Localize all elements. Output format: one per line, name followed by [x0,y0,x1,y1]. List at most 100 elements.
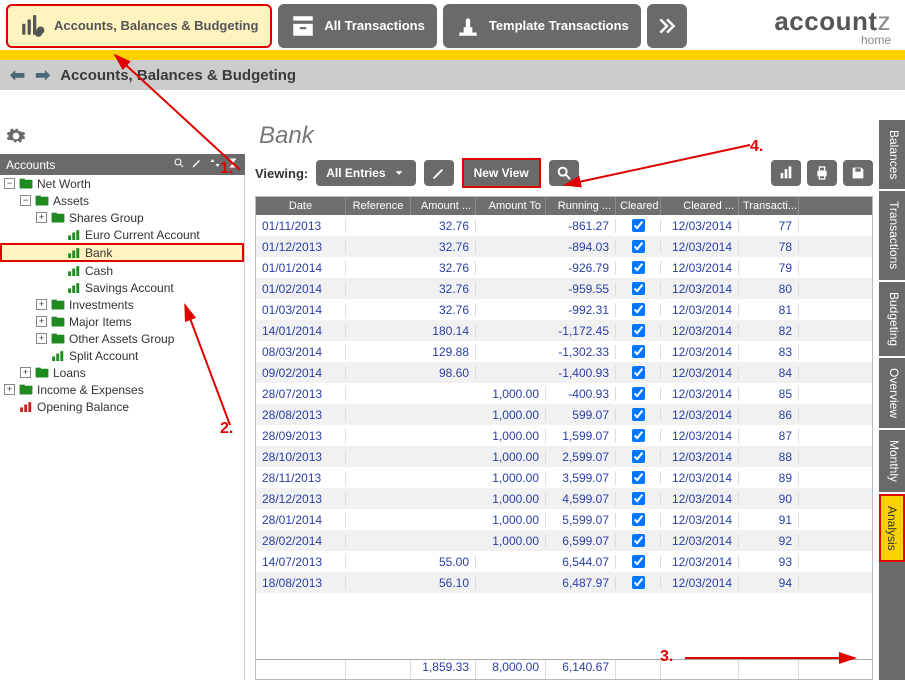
col-c-run[interactable]: Running ... [546,197,616,215]
expand-toggle[interactable]: − [4,178,15,189]
side-tab-balances[interactable]: Balances [879,120,905,191]
expand-toggle[interactable]: − [20,195,31,206]
cleared-checkbox[interactable] [632,429,645,442]
tree-item-euro-current-account[interactable]: Euro Current Account [0,226,244,243]
cleared-cell[interactable] [616,555,661,568]
cleared-cell[interactable] [616,513,661,526]
cleared-checkbox[interactable] [632,387,645,400]
cleared-checkbox[interactable] [632,576,645,589]
table-row[interactable]: 28/10/20131,000.002,599.0712/03/201488 [256,446,872,467]
cleared-checkbox[interactable] [632,366,645,379]
tree-item-assets[interactable]: −Assets [0,192,244,209]
col-c-trn[interactable]: Transacti... [739,197,799,215]
edit-view-button[interactable] [424,160,454,186]
col-c-af[interactable]: Amount ... [411,197,476,215]
save-button[interactable] [843,160,873,186]
chart-button[interactable] [771,160,801,186]
cleared-cell[interactable] [616,408,661,421]
table-body[interactable]: 01/11/201332.76-861.2712/03/20147701/12/… [256,215,872,659]
entries-dropdown[interactable]: All Entries [316,160,415,186]
table-row[interactable]: 28/09/20131,000.001,599.0712/03/201487 [256,425,872,446]
col-c-cld[interactable]: Cleared ... [661,197,739,215]
table-row[interactable]: 01/12/201332.76-894.0312/03/201478 [256,236,872,257]
tree-item-savings-account[interactable]: Savings Account [0,279,244,296]
table-row[interactable]: 08/03/2014129.88-1,302.3312/03/201483 [256,341,872,362]
side-tab-budgeting[interactable]: Budgeting [879,282,905,358]
accounts-sort-button[interactable] [209,157,221,172]
settings-button[interactable] [6,126,26,149]
tree-item-income-expenses[interactable]: +Income & Expenses [0,381,244,398]
cleared-checkbox[interactable] [632,219,645,232]
col-c-clr[interactable]: Cleared [616,197,661,215]
cleared-checkbox[interactable] [632,513,645,526]
nav-accounts-button[interactable]: Accounts, Balances & Budgeting [6,4,272,48]
table-row[interactable]: 14/07/201355.006,544.0712/03/201493 [256,551,872,572]
search-transactions-button[interactable] [549,160,579,186]
table-row[interactable]: 28/12/20131,000.004,599.0712/03/201490 [256,488,872,509]
expand-toggle[interactable]: + [36,333,47,344]
nav-template-transactions-button[interactable]: Template Transactions [443,4,641,48]
print-button[interactable] [807,160,837,186]
side-tab-transactions[interactable]: Transactions [879,191,905,281]
cleared-cell[interactable] [616,324,661,337]
cleared-cell[interactable] [616,303,661,316]
cleared-checkbox[interactable] [632,303,645,316]
table-row[interactable]: 14/01/2014180.14-1,172.4512/03/201482 [256,320,872,341]
cleared-checkbox[interactable] [632,282,645,295]
accounts-filter-button[interactable] [227,157,239,172]
cleared-cell[interactable] [616,429,661,442]
col-c-ref[interactable]: Reference [346,197,411,215]
nav-more-button[interactable] [647,4,687,48]
accounts-search-button[interactable] [173,157,185,172]
cleared-cell[interactable] [616,534,661,547]
tree-item-opening-balance[interactable]: Opening Balance [0,398,244,415]
tree-item-cash[interactable]: Cash [0,262,244,279]
cleared-checkbox[interactable] [632,555,645,568]
cleared-checkbox[interactable] [632,492,645,505]
tree-item-shares-group[interactable]: +Shares Group [0,209,244,226]
table-row[interactable]: 01/02/201432.76-959.5512/03/201480 [256,278,872,299]
table-row[interactable]: 28/02/20141,000.006,599.0712/03/201492 [256,530,872,551]
cleared-cell[interactable] [616,282,661,295]
side-tab-overview[interactable]: Overview [879,358,905,430]
table-row[interactable]: 28/11/20131,000.003,599.0712/03/201489 [256,467,872,488]
expand-toggle[interactable]: + [36,212,47,223]
cleared-cell[interactable] [616,219,661,232]
cleared-checkbox[interactable] [632,261,645,274]
nav-all-transactions-button[interactable]: All Transactions [278,4,436,48]
cleared-cell[interactable] [616,576,661,589]
cleared-cell[interactable] [616,387,661,400]
table-row[interactable]: 28/07/20131,000.00-400.9312/03/201485 [256,383,872,404]
table-row[interactable]: 01/03/201432.76-992.3112/03/201481 [256,299,872,320]
cleared-checkbox[interactable] [632,408,645,421]
cleared-cell[interactable] [616,345,661,358]
cleared-cell[interactable] [616,261,661,274]
side-tab-monthly[interactable]: Monthly [879,430,905,494]
cleared-checkbox[interactable] [632,240,645,253]
table-row[interactable]: 01/11/201332.76-861.2712/03/201477 [256,215,872,236]
table-row[interactable]: 09/02/201498.60-1,400.9312/03/201484 [256,362,872,383]
tree-item-loans[interactable]: +Loans [0,364,244,381]
col-c-at[interactable]: Amount To [476,197,546,215]
cleared-checkbox[interactable] [632,471,645,484]
cleared-cell[interactable] [616,366,661,379]
nav-forward-icon[interactable]: ➡ [35,65,50,86]
accounts-tree[interactable]: −Net Worth−Assets+Shares GroupEuro Curre… [0,175,245,680]
expand-toggle[interactable]: + [36,316,47,327]
cleared-cell[interactable] [616,450,661,463]
tree-item-investments[interactable]: +Investments [0,296,244,313]
tree-item-major-items[interactable]: +Major Items [0,313,244,330]
col-c-date[interactable]: Date [256,197,346,215]
cleared-checkbox[interactable] [632,345,645,358]
cleared-checkbox[interactable] [632,450,645,463]
cleared-checkbox[interactable] [632,534,645,547]
cleared-cell[interactable] [616,492,661,505]
table-row[interactable]: 28/08/20131,000.00599.0712/03/201486 [256,404,872,425]
table-row[interactable]: 18/08/201356.106,487.9712/03/201494 [256,572,872,593]
tree-item-net-worth[interactable]: −Net Worth [0,175,244,192]
tree-item-split-account[interactable]: Split Account [0,347,244,364]
cleared-checkbox[interactable] [632,324,645,337]
accounts-edit-button[interactable] [191,157,203,172]
table-row[interactable]: 28/01/20141,000.005,599.0712/03/201491 [256,509,872,530]
table-row[interactable]: 01/01/201432.76-926.7912/03/201479 [256,257,872,278]
